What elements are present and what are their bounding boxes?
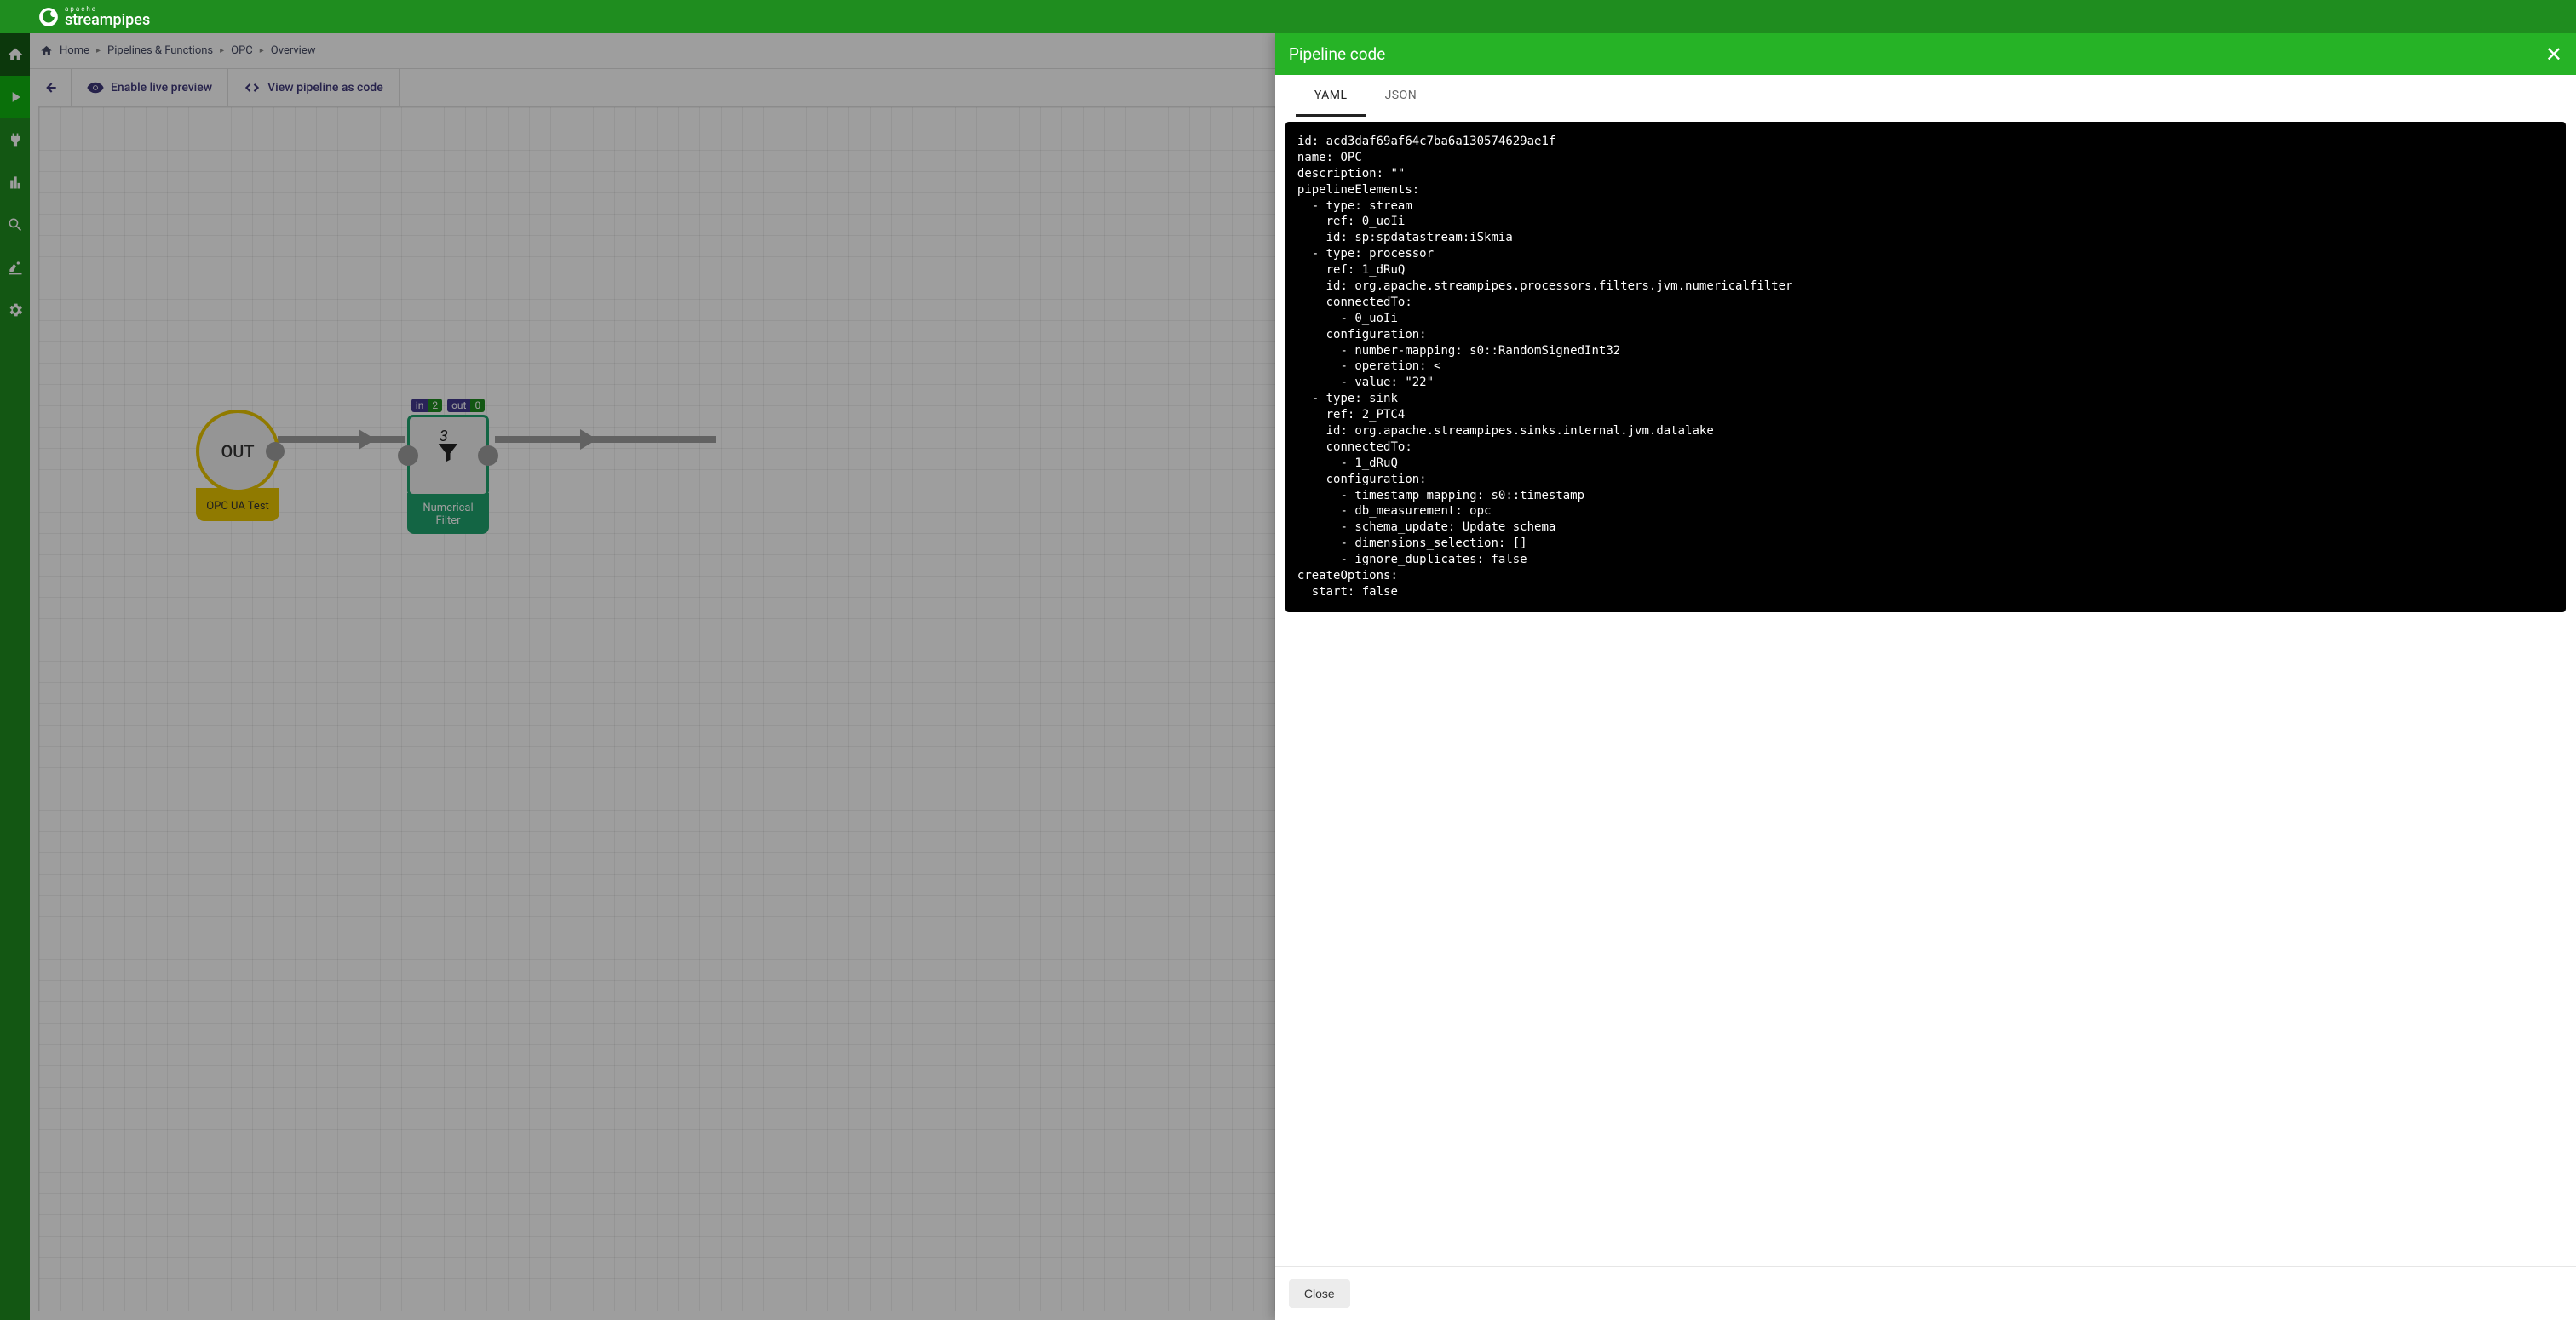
code-block[interactable]: id: acd3daf69af64c7ba6a130574629ae1f nam… (1285, 122, 2566, 612)
top-header: apache streampipes (0, 0, 2576, 33)
drawer-tabs: YAML JSON (1275, 75, 2576, 117)
tab-yaml[interactable]: YAML (1296, 75, 1366, 117)
tab-json[interactable]: JSON (1366, 75, 1436, 117)
logo-apache-text: apache (65, 6, 150, 13)
close-button[interactable]: Close (1289, 1279, 1350, 1308)
drawer-title: Pipeline code (1289, 44, 1385, 64)
logo-icon (37, 6, 60, 28)
close-icon[interactable]: ✕ (2545, 44, 2562, 65)
logo-name-text: streampipes (65, 13, 150, 28)
logo[interactable]: apache streampipes (37, 6, 150, 28)
drawer-header: Pipeline code ✕ (1275, 33, 2576, 75)
pipeline-code-drawer: Pipeline code ✕ YAML JSON id: acd3daf69a… (1275, 33, 2576, 1320)
